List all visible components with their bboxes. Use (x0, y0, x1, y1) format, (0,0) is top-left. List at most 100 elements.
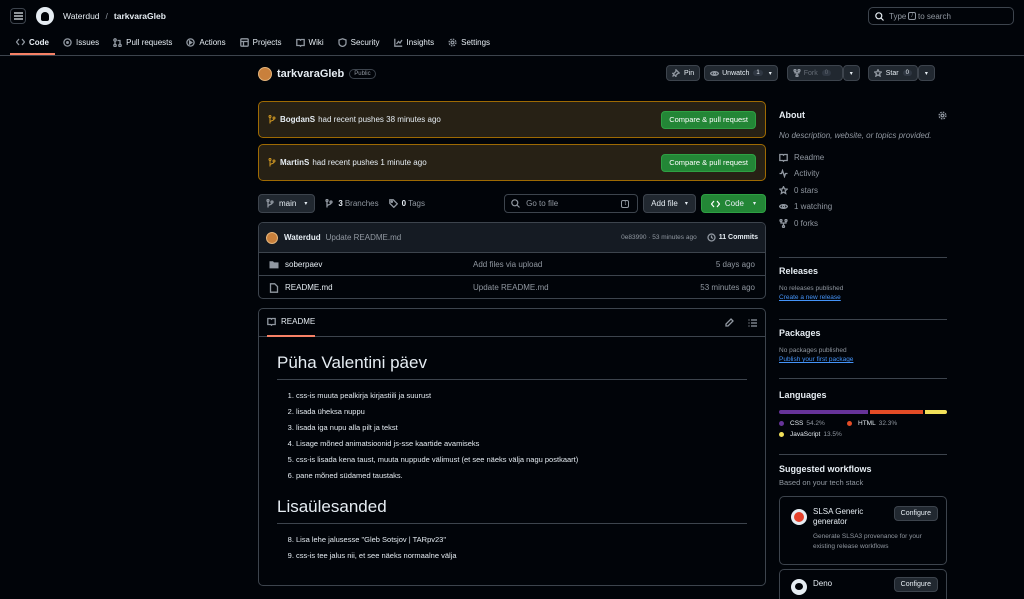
pencil-icon[interactable] (725, 318, 734, 327)
go-to-file-input[interactable]: Go to file t (504, 194, 639, 213)
code-button[interactable]: Code ▾ (700, 194, 766, 213)
play-icon (186, 37, 196, 47)
activity-link[interactable]: Activity (779, 166, 947, 183)
releases-title[interactable]: Releases (779, 266, 947, 276)
table-row[interactable]: soberpaev Add files via upload 5 days ag… (259, 253, 765, 276)
tab-wiki[interactable]: Wiki (290, 31, 330, 55)
code-icon (16, 38, 25, 46)
tags-link[interactable]: 0 Tags (388, 199, 425, 208)
file-name[interactable]: README.md (285, 283, 473, 292)
branch-name: main (279, 199, 297, 208)
file-date: 5 days ago (715, 259, 755, 269)
packages-section: Packages No packages published Publish y… (779, 328, 947, 363)
tab-label: Pull requests (126, 37, 173, 47)
readme-heading: Püha Valentini päev (277, 353, 747, 380)
go-to-file-shortcut-key: t (621, 199, 630, 208)
top-bar: Waterdud / tarkvaraGleb Type / to search (0, 0, 1024, 32)
file-date: 53 minutes ago (700, 283, 755, 292)
deno-logo-icon (791, 579, 807, 595)
language-name: HTML (858, 420, 876, 427)
owner-link[interactable]: Waterdud (63, 11, 100, 21)
workflow-name: Deno (813, 579, 833, 588)
search-input[interactable]: Type / to search (868, 7, 1014, 25)
packages-title[interactable]: Packages (779, 328, 947, 338)
branch-select[interactable]: main ▾ (258, 194, 316, 213)
tags-count: 0 (401, 199, 407, 208)
compare-pull-request-button[interactable]: Compare & pull request (661, 110, 756, 129)
list-item: Lisa lehe jalusesse "Gleb Sotsjov | TARp… (296, 532, 747, 548)
about-description: No description, website, or topics provi… (779, 131, 932, 140)
publish-package-link[interactable]: Publish your first package (779, 356, 947, 363)
commit-hash-time[interactable]: 0e83990 · 53 minutes ago (621, 234, 697, 241)
commits-link[interactable]: 11 Commits (707, 233, 758, 242)
tab-pull-requests[interactable]: Pull requests (107, 31, 178, 55)
workflow-name: SLSA Generic generator (813, 507, 864, 526)
file-commit-message[interactable]: Update README.md (473, 283, 700, 292)
branches-link[interactable]: 3 Branches (325, 199, 379, 208)
slsa-logo-icon (791, 509, 807, 525)
language-percent: 32.3% (878, 420, 898, 427)
tab-code[interactable]: Code (10, 31, 55, 55)
readme-tab-label: README (281, 317, 316, 326)
about-section: About No description, website, or topics… (779, 110, 947, 232)
gear-icon[interactable] (938, 110, 947, 120)
github-logo-icon[interactable] (36, 7, 54, 25)
tab-issues[interactable]: Issues (57, 31, 105, 55)
list-item: pane mõned südamed taustaks. (296, 468, 747, 484)
tab-security[interactable]: Security (332, 31, 386, 55)
file-name[interactable]: soberpaev (285, 260, 473, 269)
pin-button[interactable]: Pin (666, 65, 701, 81)
tab-insights[interactable]: Insights (388, 31, 441, 55)
language-css[interactable]: CSS 54.2% (779, 420, 847, 427)
watchers-link[interactable]: 1 watching (779, 199, 947, 216)
outline-icon[interactable] (748, 318, 757, 327)
tab-settings[interactable]: Settings (442, 31, 496, 55)
readme-link[interactable]: Readme (779, 149, 947, 166)
tab-actions[interactable]: Actions (180, 31, 231, 55)
search-shortcut-key: / (908, 12, 917, 20)
language-bar-segment (779, 410, 868, 414)
table-row[interactable]: README.md Update README.md 53 minutes ag… (259, 276, 765, 298)
commit-message[interactable]: Update README.md (326, 233, 402, 242)
push-user[interactable]: MartinS (280, 158, 309, 167)
forks-link[interactable]: 0 forks (779, 215, 947, 232)
repo-title[interactable]: tarkvaraGleb (277, 68, 344, 80)
branch-icon (325, 199, 334, 208)
stars-link[interactable]: 0 stars (779, 182, 947, 199)
tag-icon (388, 199, 398, 208)
list-item: lisada iga nupu alla pilt ja tekst (296, 420, 747, 436)
stat-label: 0 stars (794, 185, 819, 195)
configure-button[interactable]: Configure (893, 506, 938, 521)
language-javascript[interactable]: JavaScript 13.5% (779, 431, 947, 438)
language-dot (779, 432, 784, 437)
readme-content: Püha Valentini päev css-is muuta pealkir… (259, 337, 765, 580)
avatar[interactable] (266, 231, 278, 244)
visibility-badge: Public (349, 69, 376, 79)
avatar[interactable] (258, 67, 272, 81)
commit-author[interactable]: Waterdud (284, 233, 321, 242)
menu-button[interactable] (10, 8, 26, 24)
push-text: had recent pushes 38 minutes ago (318, 115, 441, 124)
fork-icon (779, 218, 788, 228)
language-bar (779, 410, 947, 414)
compare-pull-request-button[interactable]: Compare & pull request (661, 153, 756, 172)
list-item: css-is lisada kena taust, muuta nuppude … (296, 452, 747, 468)
file-navigation: main ▾ 3 Branches 0 Tags Go to file t Add fi… (258, 194, 766, 213)
file-table: Waterdud Update README.md 0e83990 · 53 m… (258, 222, 766, 299)
file-commit-message[interactable]: Add files via upload (473, 260, 716, 269)
repo-link[interactable]: tarkvaraGleb (114, 11, 166, 21)
push-user[interactable]: BogdanS (280, 115, 315, 124)
create-release-link[interactable]: Create a new release (779, 294, 947, 301)
pin-icon (672, 69, 680, 77)
language-html[interactable]: HTML 32.3% (847, 420, 897, 427)
search-suffix: to search (918, 11, 951, 21)
releases-empty: No releases published (779, 285, 844, 292)
go-to-file-placeholder: Go to file (526, 199, 559, 208)
search-prefix: Type (889, 11, 907, 21)
languages-title: Languages (779, 390, 827, 400)
chevron-down-icon: ▾ (752, 201, 756, 207)
add-file-button[interactable]: Add file ▾ (643, 194, 696, 213)
tab-projects[interactable]: Projects (234, 31, 288, 55)
readme-tab[interactable]: README (267, 309, 316, 337)
unwatch-button[interactable]: Unwatch 1 ▾ (704, 65, 778, 81)
